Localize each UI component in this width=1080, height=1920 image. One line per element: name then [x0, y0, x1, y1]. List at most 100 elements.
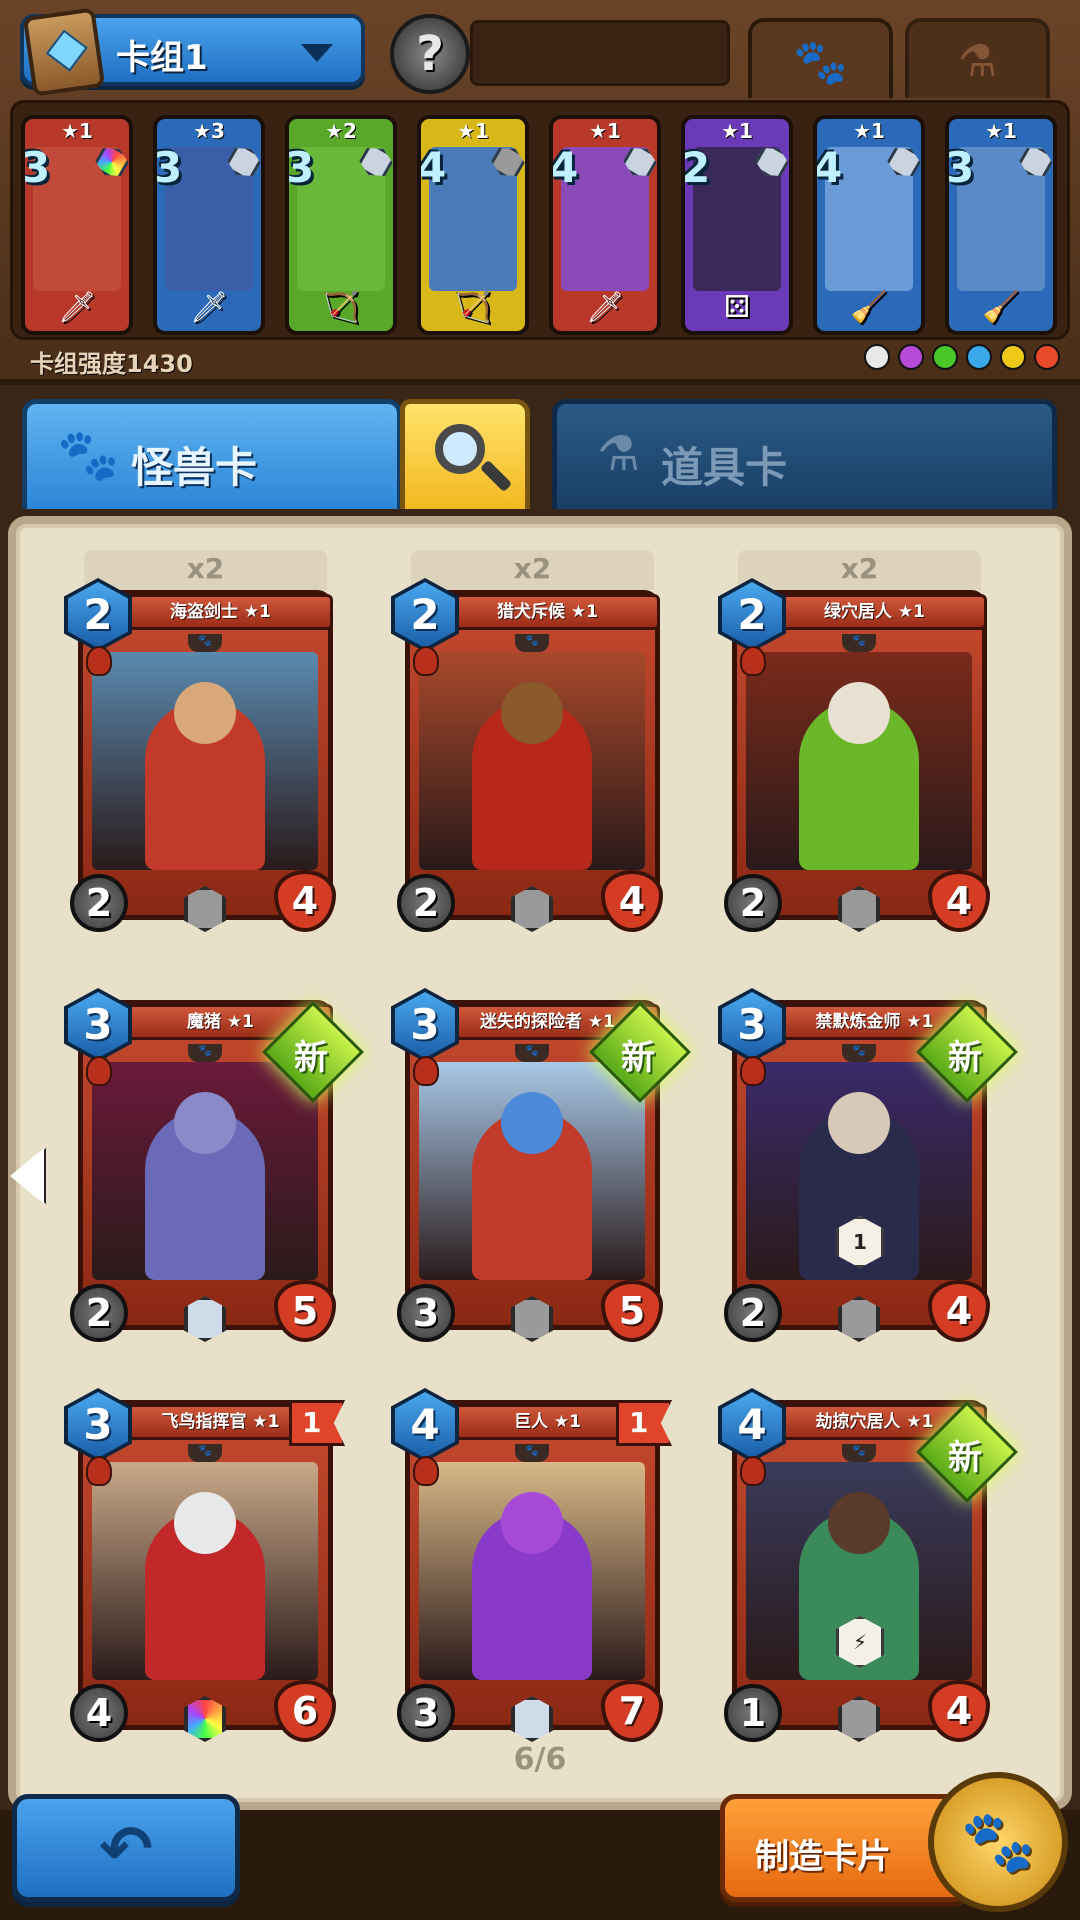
opponent-avatar[interactable]: ? — [390, 14, 470, 94]
back-button[interactable]: ↶ — [12, 1794, 240, 1902]
previous-page-arrow-icon[interactable] — [10, 1148, 44, 1204]
water-element-icon[interactable] — [966, 344, 992, 370]
paw-icon: 🐾 — [515, 1044, 549, 1062]
card-attack: 3 — [397, 1284, 455, 1342]
tab-monster-cards[interactable]: 🐾 怪兽卡 — [22, 399, 402, 509]
card-attack: 2 — [724, 1284, 782, 1342]
new-badge-label: 新 — [621, 1038, 655, 1078]
card-figure-head — [828, 1092, 890, 1154]
card-stars: ★1 — [61, 119, 93, 143]
paw-icon: 🐾 — [842, 634, 876, 652]
card-stars: ★3 — [193, 119, 225, 143]
deck-card[interactable]: ★1 2 ⚄ — [681, 115, 793, 335]
card-attack: 2 — [70, 1284, 128, 1342]
deck-card[interactable]: ★1 3 🧹 — [945, 115, 1057, 335]
card-stars: ★1 — [589, 119, 621, 143]
weapon-type-icon: 🏹 — [322, 290, 360, 325]
collection-card[interactable]: x2 猎犬斥候 ★1 🐾 2 2 4 — [391, 550, 663, 945]
card-cost: 4 — [813, 143, 843, 192]
deck-card[interactable]: ★1 3 🗡 — [21, 115, 133, 335]
card-health: 5 — [601, 1280, 663, 1342]
card-figure-head — [501, 1492, 563, 1554]
collection-card[interactable]: 迷失的探险者 ★1 🐾 3 3 5 新 — [391, 988, 691, 1355]
paw-icon: 🐾 — [188, 1444, 222, 1462]
tab-monster-label: 怪兽卡 — [131, 443, 258, 492]
paw-icon: 🐾 — [793, 37, 848, 88]
card-attack: 4 — [70, 1684, 128, 1742]
fire-element-icon — [413, 646, 439, 676]
card-figure-head — [501, 1092, 563, 1154]
collection-card[interactable]: 劫掠穴居人 ★1 🐾 4 ⚡ 1 4 新 — [718, 1388, 1018, 1755]
paw-icon: 🐾 — [515, 634, 549, 652]
paw-icon: 🐾 — [842, 1044, 876, 1062]
fire-element-icon[interactable] — [1034, 344, 1060, 370]
weapon-type-icon: 🧹 — [850, 290, 888, 325]
card-art — [92, 1462, 318, 1680]
weapon-type-icon: 🗡 — [57, 290, 97, 325]
card-health: 7 — [601, 1680, 663, 1742]
card-health: 4 — [601, 870, 663, 932]
nature-element-icon[interactable] — [932, 344, 958, 370]
card-count: x2 — [840, 552, 879, 585]
neutral-element-icon[interactable] — [864, 344, 890, 370]
collection-card[interactable]: x2 海盗剑士 ★1 🐾 2 2 4 — [64, 550, 336, 945]
card-figure-head — [828, 1492, 890, 1554]
card-cost: 3 — [945, 143, 975, 192]
weapon-type-icon: 🧹 — [982, 290, 1020, 325]
card-health: 5 — [274, 1280, 336, 1342]
deck-selector-dropdown[interactable]: 卡组1 — [20, 7, 365, 97]
tab-monster-deck[interactable]: 🐾 — [748, 18, 893, 98]
card-art — [92, 652, 318, 870]
card-cost: 4 — [417, 143, 447, 192]
search-button[interactable] — [400, 399, 530, 509]
card-attack: 2 — [397, 874, 455, 932]
deck-card[interactable]: ★1 4 🗡 — [549, 115, 661, 335]
deck-card[interactable]: ★3 3 🗡 — [153, 115, 265, 335]
card-stars: ★2 — [325, 119, 357, 143]
fire-element-icon — [413, 1056, 439, 1086]
card-health: 4 — [928, 1680, 990, 1742]
new-badge-label: 新 — [948, 1038, 982, 1078]
craft-potion-icon[interactable]: 🐾 — [928, 1772, 1068, 1912]
back-arrow-icon: ↶ — [99, 1813, 153, 1887]
fire-element-icon — [86, 646, 112, 676]
card-health: 4 — [928, 870, 990, 932]
lightning-element-icon[interactable] — [1000, 344, 1026, 370]
tab-item-deck[interactable]: ⚗ — [905, 18, 1050, 98]
card-art — [419, 652, 645, 870]
page-indicator: 6/6 — [513, 1742, 567, 1777]
card-stars: ★1 — [721, 119, 753, 143]
paw-icon: 🐾 — [188, 634, 222, 652]
card-count: x2 — [186, 552, 225, 585]
collection-card[interactable]: x2 绿穴居人 ★1 🐾 2 2 4 — [718, 550, 990, 945]
paw-icon: 🐾 — [188, 1044, 222, 1062]
category-tabs: 🐾 怪兽卡 ⚗ 道具卡 — [0, 391, 1080, 516]
deck-card[interactable]: ★2 3 🏹 — [285, 115, 397, 335]
card-cost: 3 — [153, 143, 183, 192]
card-health: 4 — [928, 1280, 990, 1342]
search-icon-handle — [479, 459, 513, 493]
collection-card[interactable]: 飞鸟指挥官 ★1 🐾 3 4 6 1 — [64, 1388, 345, 1755]
arcane-element-icon[interactable] — [898, 344, 924, 370]
new-badge-label: 新 — [294, 1038, 328, 1078]
tab-item-cards[interactable]: ⚗ 道具卡 — [552, 399, 1057, 509]
card-figure-head — [174, 1492, 236, 1554]
card-figure-head — [828, 682, 890, 744]
card-art — [419, 1062, 645, 1280]
new-badge-label: 新 — [948, 1438, 982, 1478]
card-count: x2 — [513, 552, 552, 585]
card-art — [746, 652, 972, 870]
deck-card[interactable]: ★1 4 🧹 — [813, 115, 925, 335]
weapon-type-icon: 🏹 — [454, 290, 492, 325]
collection-card[interactable]: 魔猪 ★1 🐾 3 2 5 新 — [64, 988, 364, 1355]
collection-card[interactable]: 巨人 ★1 🐾 4 3 7 1 — [391, 1388, 672, 1755]
card-art — [92, 1062, 318, 1280]
deck-card-strip: ★1 3 🗡 ★3 3 🗡 ★2 3 🏹 ★1 4 🏹 ★1 4 🗡 ★1 2 ⚄ ★1 4 🧹 ★1 3 🧹 — [10, 100, 1070, 340]
deck-header: 卡组1 ? 🐾 ⚗ ★1 3 🗡 ★3 3 🗡 ★2 3 🏹 ★1 4 🏹 ★1 4 🗡 ★1 2 ⚄ ★1 4 🧹 ★1… — [0, 0, 1080, 385]
flask-icon: ⚗ — [957, 36, 998, 87]
paw-icon: 🐾 — [960, 1807, 1036, 1877]
card-stars: ★1 — [853, 119, 885, 143]
flask-icon: ⚗ — [597, 426, 641, 482]
collection-card[interactable]: 禁默炼金师 ★1 🐾 3 1 2 4 新 — [718, 988, 1018, 1355]
deck-card[interactable]: ★1 4 🏹 — [417, 115, 529, 335]
